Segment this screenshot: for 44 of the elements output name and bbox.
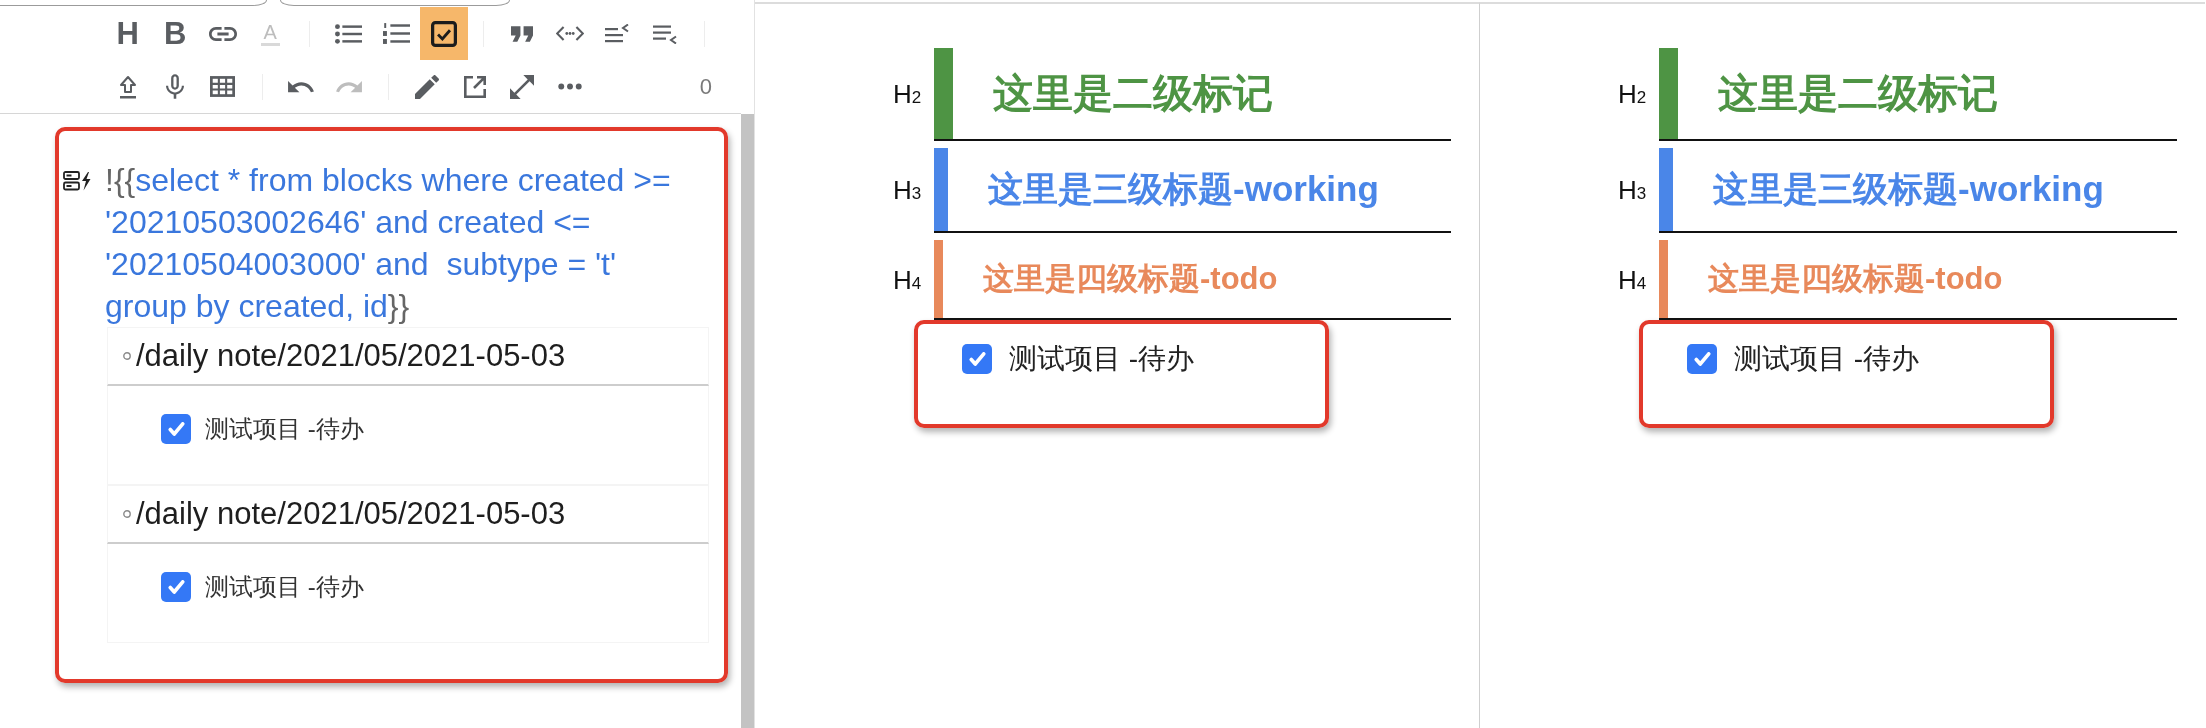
task-label: 测试项目 -待办 — [205, 572, 364, 602]
heading-text: 这里是四级标题-todo — [982, 260, 1278, 298]
checklist-button[interactable] — [420, 7, 468, 60]
checkmark-icon — [167, 579, 185, 595]
heading-button[interactable]: H — [104, 7, 152, 60]
heading-text: 这里是二级标记 — [992, 70, 1273, 117]
heading-text: 这里是四级标题-todo — [1707, 260, 2003, 298]
heading-text: 这里是三级标题-working — [1712, 168, 2104, 210]
heading-text: 这里是三级标题-working — [987, 168, 1379, 210]
redo-icon — [335, 80, 362, 93]
task-label: 测试项目 -待办 — [205, 414, 364, 444]
code-icon — [555, 26, 584, 41]
table-icon — [210, 76, 236, 97]
checkbox[interactable] — [161, 414, 191, 444]
checkbox[interactable] — [1687, 344, 1717, 374]
bullet-list-icon — [335, 23, 363, 44]
upload-icon — [117, 74, 138, 99]
bullet-icon — [123, 352, 131, 360]
quote-icon — [511, 25, 534, 42]
checkmark-icon — [1693, 351, 1711, 367]
checkmark-icon — [167, 421, 185, 437]
expand-icon — [510, 74, 535, 99]
checkbox-icon — [430, 20, 457, 47]
query-text: !{{select * from blocks where created >= '20210503002646' and created <= '20210504003000' and subtype = 't' group by created, id}} — [105, 161, 672, 326]
link-icon — [208, 26, 237, 41]
bold-button[interactable]: B — [151, 7, 199, 60]
lines-chevron-icon — [605, 23, 630, 44]
external-link-icon — [462, 74, 487, 99]
microphone-icon — [166, 74, 185, 99]
lines-chevron-icon — [652, 23, 677, 44]
heading-text: 这里是二级标记 — [1717, 70, 1998, 117]
undo-icon — [288, 80, 315, 93]
task-label: 测试项目 -待办 — [1734, 342, 1920, 376]
numbered-list-icon — [382, 23, 410, 44]
pencil-icon — [415, 74, 440, 99]
checkmark-icon — [968, 351, 986, 367]
checkbox[interactable] — [962, 344, 992, 374]
stack-bolt-icon — [63, 171, 91, 191]
bullet-icon — [123, 510, 131, 518]
count-label: 0 — [699, 73, 712, 100]
scrollbar[interactable] — [741, 114, 754, 728]
task-label: 测试项目 -待办 — [1009, 342, 1195, 376]
more-icon — [557, 83, 582, 90]
checkbox[interactable] — [161, 572, 191, 602]
